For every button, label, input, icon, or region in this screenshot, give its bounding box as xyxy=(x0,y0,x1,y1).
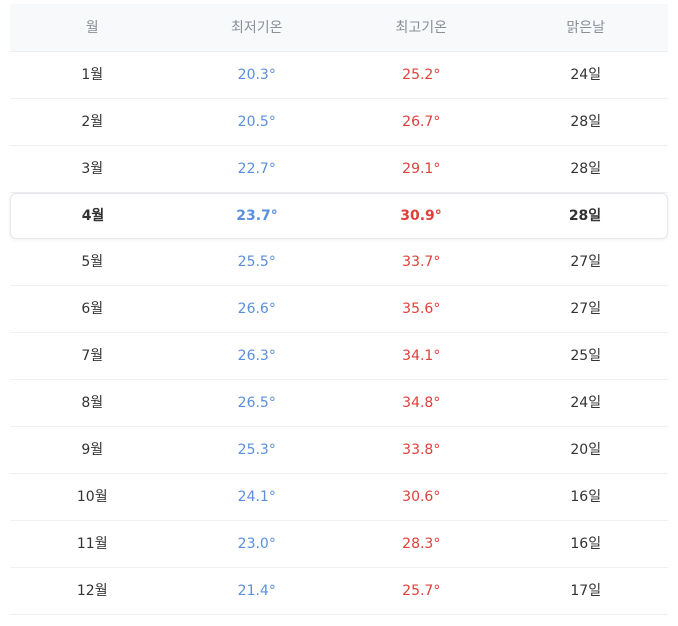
low-temp-cell: 21.4° xyxy=(237,583,276,599)
table-header-row: 월 최저기온 최고기온 맑은날 xyxy=(10,4,668,52)
high-temp-cell: 33.8° xyxy=(402,442,441,458)
table-row: 2월 20.5° 26.7° 28일 xyxy=(10,99,668,146)
sunny-days-cell: 28일 xyxy=(570,114,602,130)
high-temp-cell: 34.1° xyxy=(402,348,441,364)
month-cell: 9월 xyxy=(81,442,104,458)
low-temp-cell: 20.3° xyxy=(237,67,276,83)
month-cell: 7월 xyxy=(81,348,104,364)
low-temp-cell: 23.0° xyxy=(237,536,276,552)
low-temp-cell: 24.1° xyxy=(237,489,276,505)
month-cell: 2월 xyxy=(81,114,104,130)
sunny-days-cell: 20일 xyxy=(570,442,602,458)
table-row: 10월 24.1° 30.6° 16일 xyxy=(10,474,668,521)
sunny-days-cell: 24일 xyxy=(570,67,602,83)
table-row: 5월 25.5° 33.7° 27일 xyxy=(10,239,668,286)
table-row: 1월 20.3° 25.2° 24일 xyxy=(10,52,668,99)
low-temp-cell: 20.5° xyxy=(237,114,276,130)
month-cell: 1월 xyxy=(81,67,104,83)
high-temp-cell: 29.1° xyxy=(402,161,441,177)
sunny-days-cell: 27일 xyxy=(570,254,602,270)
column-header-high-temp: 최고기온 xyxy=(395,19,448,36)
month-cell: 12월 xyxy=(76,583,108,599)
high-temp-cell: 34.8° xyxy=(402,395,441,411)
table-row: 11월 23.0° 28.3° 16일 xyxy=(10,521,668,568)
sunny-days-cell: 16일 xyxy=(570,489,602,505)
high-temp-cell: 26.7° xyxy=(402,114,441,130)
high-temp-cell: 28.3° xyxy=(402,536,441,552)
sunny-days-cell: 28일 xyxy=(568,208,602,224)
low-temp-cell: 26.3° xyxy=(237,348,276,364)
monthly-weather-table: 월 최저기온 최고기온 맑은날 1월 20.3° 25.2° 24일 2월 20… xyxy=(10,4,668,615)
table-row: 8월 26.5° 34.8° 24일 xyxy=(10,380,668,427)
sunny-days-cell: 28일 xyxy=(570,161,602,177)
low-temp-cell: 22.7° xyxy=(237,161,276,177)
low-temp-cell: 25.5° xyxy=(237,254,276,270)
high-temp-cell: 30.9° xyxy=(400,208,442,224)
month-cell: 4월 xyxy=(81,208,105,224)
table-row: 6월 26.6° 35.6° 27일 xyxy=(10,286,668,333)
high-temp-cell: 25.2° xyxy=(402,67,441,83)
month-cell: 11월 xyxy=(76,536,108,552)
month-cell: 10월 xyxy=(76,489,108,505)
table-row: 3월 22.7° 29.1° 28일 xyxy=(10,146,668,193)
sunny-days-cell: 17일 xyxy=(570,583,602,599)
high-temp-cell: 30.6° xyxy=(402,489,441,505)
sunny-days-cell: 27일 xyxy=(570,301,602,317)
low-temp-cell: 25.3° xyxy=(237,442,276,458)
column-header-month: 월 xyxy=(85,19,99,36)
column-header-sunny-days: 맑은날 xyxy=(566,19,606,36)
table-row: 9월 25.3° 33.8° 20일 xyxy=(10,427,668,474)
table-row: 12월 21.4° 25.7° 17일 xyxy=(10,568,668,615)
month-cell: 8월 xyxy=(81,395,104,411)
table-row: 7월 26.3° 34.1° 25일 xyxy=(10,333,668,380)
low-temp-cell: 26.5° xyxy=(237,395,276,411)
high-temp-cell: 33.7° xyxy=(402,254,441,270)
column-header-low-temp: 최저기온 xyxy=(230,19,283,36)
month-cell: 6월 xyxy=(81,301,104,317)
high-temp-cell: 35.6° xyxy=(402,301,441,317)
sunny-days-cell: 25일 xyxy=(570,348,602,364)
month-cell: 3월 xyxy=(81,161,104,177)
low-temp-cell: 23.7° xyxy=(236,208,278,224)
high-temp-cell: 25.7° xyxy=(402,583,441,599)
low-temp-cell: 26.6° xyxy=(237,301,276,317)
sunny-days-cell: 24일 xyxy=(570,395,602,411)
sunny-days-cell: 16일 xyxy=(570,536,602,552)
table-row-current-month: 4월 23.7° 30.9° 28일 xyxy=(10,193,668,239)
month-cell: 5월 xyxy=(81,254,104,270)
